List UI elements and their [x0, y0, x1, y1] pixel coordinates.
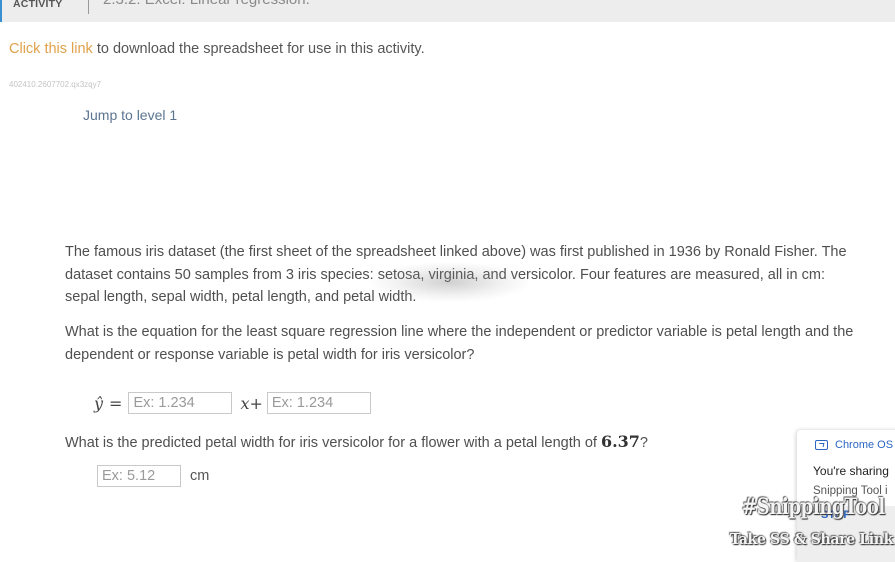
activity-id: 402410.2607702.qx3zqy7 — [9, 80, 102, 89]
notification-body: Snipping Tool i — [813, 485, 888, 497]
predicted-width-input[interactable] — [97, 465, 181, 487]
intercept-input[interactable] — [266, 392, 371, 414]
y-hat-symbol: ŷ — [94, 393, 104, 413]
screen-sharing-notification: Chrome OS You're sharing Snipping Tool i… — [797, 430, 895, 562]
activity-header: ACTIVITY 2.3.2: Excel: Linear regression… — [0, 0, 895, 22]
notification-actions: STOP — [797, 506, 895, 562]
notification-app-name: Chrome OS — [835, 439, 894, 451]
unit-label: cm — [190, 468, 210, 484]
download-spreadsheet-link[interactable]: Click this link — [9, 41, 93, 57]
activity-kind-label: ACTIVITY — [13, 0, 63, 10]
equals-sign: = — [109, 393, 123, 413]
header-divider — [88, 0, 89, 14]
regression-equation: ŷ = x+ — [94, 392, 371, 414]
x-plus-symbol: x+ — [240, 393, 263, 413]
prediction-question-text: What is the predicted petal width for ir… — [65, 435, 601, 451]
notification-title: You're sharing — [813, 464, 889, 478]
download-instructions-text: to download the spreadsheet for use in t… — [92, 41, 425, 57]
prediction-answer-row: cm — [97, 465, 209, 487]
activity-title: 2.3.2: Excel: Linear regression. — [103, 0, 310, 8]
screen-share-icon — [815, 440, 828, 450]
slope-input[interactable] — [128, 392, 233, 414]
notification-header: Chrome OS — [815, 439, 893, 451]
prediction-question: What is the predicted petal width for ir… — [65, 432, 648, 451]
regression-question: What is the equation for the least squar… — [65, 324, 854, 363]
stop-sharing-button[interactable]: STOP — [821, 509, 851, 521]
dataset-description: The famous iris dataset (the first sheet… — [65, 244, 847, 305]
petal-length-value: 6.37 — [600, 432, 640, 451]
question-mark: ? — [639, 435, 648, 451]
jump-to-level-link[interactable]: Jump to level 1 — [83, 107, 177, 123]
download-instructions: Click this link to download the spreadsh… — [9, 41, 425, 57]
activity-page: ACTIVITY 2.3.2: Excel: Linear regression… — [0, 0, 895, 562]
